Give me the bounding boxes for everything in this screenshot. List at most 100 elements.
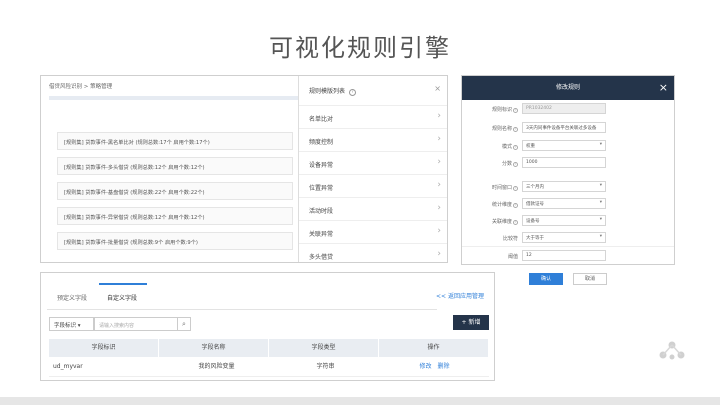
- form-input[interactable]: 1000: [522, 157, 606, 168]
- form-row: 时间窗口? 三个月内 ▾: [462, 181, 674, 193]
- form-select[interactable]: 设备号 ▾: [522, 215, 606, 226]
- drawer-item-device[interactable]: 设备异常 ›: [299, 152, 447, 175]
- form-label: 比较符: [470, 235, 518, 242]
- select-value: 字段标识: [54, 323, 77, 329]
- form-input[interactable]: 12: [522, 250, 606, 261]
- drawer-header: 规则模版列表 ? ×: [299, 76, 447, 106]
- caret-down-icon: ▾: [77, 323, 81, 329]
- form-label-text: 规则名称: [491, 126, 512, 132]
- form-select[interactable]: 借款证号 ▾: [522, 198, 606, 209]
- form-label-text: 关联维度: [491, 219, 512, 225]
- drawer-item-location[interactable]: 位置异常 ›: [299, 175, 447, 198]
- search-input[interactable]: 请输入搜索内容: [94, 317, 178, 331]
- caret-down-icon: ▾: [599, 217, 602, 222]
- form-row: 分数? 1000: [462, 157, 674, 169]
- field-type-cell: 字符串: [316, 363, 335, 370]
- form-label-text: 时间窗口: [491, 185, 512, 191]
- rule-set-row[interactable]: [规则集] 贷款事件-基盘借贷 (规则总数:22个 启用个数:22个): [57, 182, 293, 200]
- form-select[interactable]: 三个月内 ▾: [522, 181, 606, 192]
- form-value: 三个月内: [526, 185, 544, 190]
- rule-set-list: [规则集] 贷款事件-黑名单比对 (规则总数:17个 启用个数:17个) [规则…: [57, 132, 293, 257]
- tab-predefined-fields[interactable]: 预定义字段: [57, 293, 87, 302]
- tab-custom-fields[interactable]: 自定义字段: [107, 293, 137, 302]
- back-to-app-link[interactable]: << 返回应用管理: [436, 291, 484, 300]
- brand-logo-icon: [659, 341, 685, 360]
- drawer-item-label: 关联异常: [309, 231, 334, 238]
- form-label-text: 规则标识: [491, 107, 512, 113]
- cancel-button[interactable]: 取消: [573, 273, 607, 285]
- chevron-right-icon: ›: [437, 203, 441, 213]
- form-row: 模式? 权重 ▾: [462, 140, 674, 152]
- form-label: 阈值: [470, 253, 518, 260]
- form-value: 借款证号: [526, 202, 544, 207]
- footer-band: [0, 397, 720, 405]
- chevron-right-icon: ›: [437, 134, 441, 144]
- help-icon[interactable]: ?: [513, 145, 518, 150]
- form-row: 阈值 12: [462, 250, 674, 262]
- field-filter-select[interactable]: 字段标识 ▾: [49, 317, 94, 331]
- help-icon[interactable]: ?: [513, 127, 518, 132]
- chevron-right-icon: ›: [437, 226, 441, 236]
- strategy-panel: 借贷风险识别 > 策略管理 [规则集] 贷款事件-黑名单比对 (规则总数:17个…: [40, 75, 448, 263]
- column-header: 字段类型: [269, 339, 379, 357]
- field-table: 字段标识 字段名称 字段类型 操作 ud_myvar 我的风险变量 字符串 修改…: [49, 339, 489, 377]
- drawer-item-multi-loan[interactable]: 多头借贷 ›: [299, 244, 447, 262]
- close-icon[interactable]: ×: [434, 84, 441, 93]
- caret-down-icon: ▾: [599, 183, 602, 188]
- rule-set-row[interactable]: [规则集] 贷款事件-黑名单比对 (规则总数:17个 启用个数:17个): [57, 132, 293, 150]
- chevron-right-icon: ›: [437, 249, 441, 259]
- form-value: 权重: [526, 144, 535, 149]
- drawer-item-association[interactable]: 关联异常 ›: [299, 221, 447, 244]
- drawer-item-frequency[interactable]: 频度控制 ›: [299, 129, 447, 152]
- slide-title: 可视化规则引擎: [269, 34, 451, 62]
- chevron-right-icon: ›: [437, 157, 441, 167]
- field-name-cell: 我的风险变量: [198, 363, 235, 370]
- drawer-item-label: 名单比对: [309, 116, 334, 123]
- search-icon[interactable]: ⌕: [177, 317, 191, 331]
- help-icon[interactable]: ?: [513, 162, 518, 167]
- tab-divider: [47, 309, 437, 310]
- form-label: 规则名称?: [470, 125, 518, 132]
- form-label: 规则标识?: [470, 106, 518, 113]
- form-label-text: 比较符: [502, 236, 518, 242]
- form-value: 3天内同事件设备平台关联过多设备: [526, 126, 597, 131]
- confirm-button[interactable]: 确认: [529, 273, 563, 285]
- add-field-button[interactable]: + 新增: [453, 315, 489, 330]
- drawer-item-label: 多头借贷: [309, 254, 334, 261]
- form-label: 分数?: [470, 160, 518, 167]
- column-header: 字段标识: [49, 339, 159, 357]
- rule-set-row[interactable]: [规则集] 贷款事件-多头借贷 (规则总数:12个 启用个数:12个): [57, 157, 293, 175]
- drawer-item-blacklist[interactable]: 名单比对 ›: [299, 106, 447, 129]
- column-header: 字段名称: [159, 339, 269, 357]
- actions-cell: 修改 删除: [380, 357, 489, 376]
- form-row: 比较符 大于等于 ▾: [462, 232, 674, 244]
- breadcrumb: 借贷风险识别 > 策略管理: [49, 84, 113, 90]
- form-label-text: 统计维度: [491, 202, 512, 208]
- delete-link[interactable]: 删除: [437, 363, 449, 370]
- help-icon[interactable]: ?: [513, 186, 518, 191]
- rule-set-row[interactable]: [规则集] 贷款事件-批量借贷 (规则总数:9个 启用个数:9个): [57, 232, 293, 250]
- table-row: ud_myvar 我的风险变量 字符串 修改 删除: [49, 357, 489, 377]
- drawer-item-label: 位置异常: [309, 185, 334, 192]
- caret-down-icon: ▾: [599, 142, 602, 147]
- form-select[interactable]: 大于等于 ▾: [522, 232, 606, 243]
- form-label-text: 分数: [501, 161, 512, 167]
- form-value: 12: [526, 253, 532, 258]
- close-icon[interactable]: ×: [659, 76, 668, 100]
- form-label: 统计维度?: [470, 201, 518, 208]
- form-label: 关联维度?: [470, 218, 518, 225]
- caret-down-icon: ▾: [599, 234, 602, 239]
- chevron-right-icon: ›: [437, 180, 441, 190]
- drawer-item-timeframe[interactable]: 活动时段 ›: [299, 198, 447, 221]
- form-label: 模式?: [470, 143, 518, 150]
- help-icon[interactable]: ?: [513, 203, 518, 208]
- caret-down-icon: ▾: [599, 200, 602, 205]
- drawer-item-label: 活动时段: [309, 208, 334, 215]
- form-select[interactable]: 权重 ▾: [522, 140, 606, 151]
- rule-set-row[interactable]: [规则集] 贷款事件-异常借贷 (规则总数:12个 启用个数:12个): [57, 207, 293, 225]
- help-icon[interactable]: ?: [513, 108, 518, 113]
- form-input[interactable]: 3天内同事件设备平台关联过多设备: [522, 122, 606, 133]
- help-icon[interactable]: ?: [513, 220, 518, 225]
- help-icon[interactable]: ?: [348, 89, 356, 96]
- edit-link[interactable]: 修改: [420, 363, 432, 370]
